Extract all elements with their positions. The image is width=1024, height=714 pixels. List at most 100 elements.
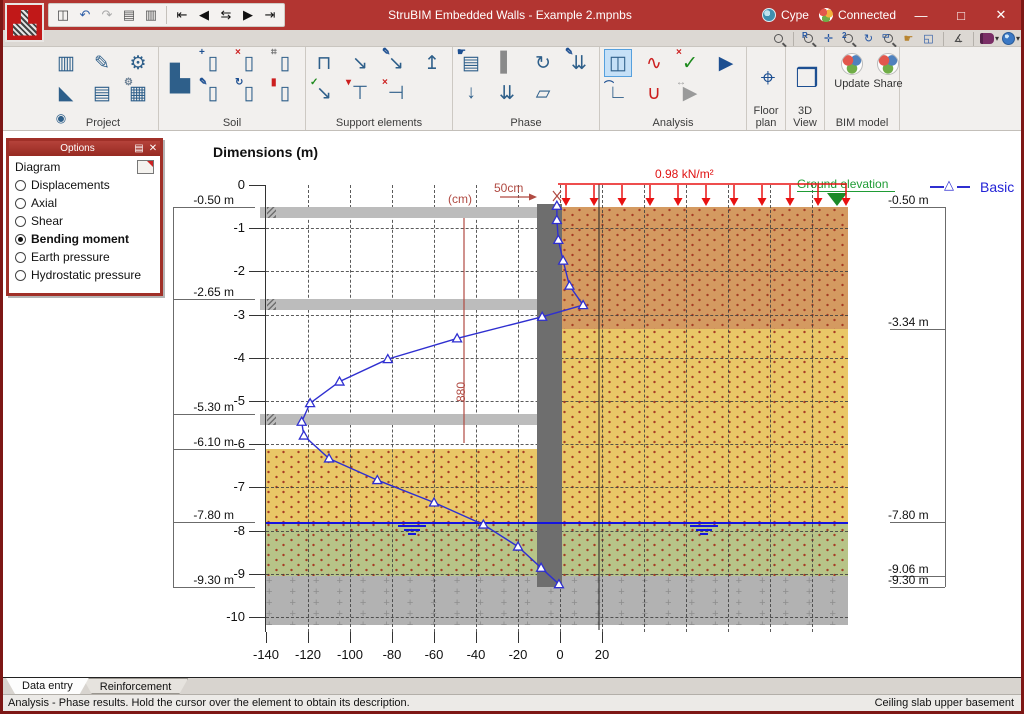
icon-badge: ↻: [235, 77, 244, 88]
zoom-previous-tool[interactable]: R: [800, 31, 817, 47]
diagram-option-hydrostatic-pressure[interactable]: Hydrostatic pressure: [15, 268, 154, 282]
save-button[interactable]: ◫: [53, 5, 73, 25]
web-menu[interactable]: ▾: [1001, 31, 1020, 47]
undo-button[interactable]: ↶: [75, 5, 95, 25]
y-tick-label: -10: [226, 609, 245, 624]
anchor-check-icon[interactable]: ↘ ✓: [310, 77, 338, 107]
ribbon-group-items: Update Share: [829, 49, 903, 113]
ribbon-group-phase: ▤ ☛ ▌ ↻ ⇊ ✎ ↓ ⇊ ▱ Phase: [453, 47, 600, 130]
view-3d-icon[interactable]: ❒: [790, 49, 824, 107]
report-tables-icon[interactable]: ▦ ⚙: [124, 77, 152, 107]
edit-loads-icon[interactable]: ⇊ ✎: [565, 47, 593, 77]
bim-share-icon[interactable]: Share: [865, 49, 911, 90]
measure-tool[interactable]: ∡: [950, 31, 967, 47]
erase-phase-icon[interactable]: ▱: [529, 79, 557, 107]
options-panel-titlebar[interactable]: Options ▤ ✕: [9, 141, 160, 156]
strut-level-icon[interactable]: ⊤ ▾: [346, 77, 374, 107]
minimize-button[interactable]: —: [906, 4, 936, 26]
diagram-option-axial[interactable]: Axial: [15, 196, 154, 210]
edit-project-icon[interactable]: ✎: [88, 49, 116, 77]
delete-soil-layer-icon[interactable]: ▯ ×: [235, 47, 263, 77]
project-walls-icon[interactable]: ▥: [52, 49, 80, 77]
cype-account[interactable]: Cype: [761, 8, 809, 22]
zoom-window-tool[interactable]: ▭: [880, 31, 897, 47]
general-settings-icon[interactable]: ⚙: [124, 49, 152, 77]
ribbon-group-label: Phase: [510, 117, 542, 129]
icon-badge: ▮: [271, 77, 277, 88]
envelope-curve-icon[interactable]: ∿: [640, 49, 668, 77]
print-button[interactable]: ▤: [119, 5, 139, 25]
redraw-tool[interactable]: ↻: [860, 31, 877, 47]
radio-icon: [15, 251, 26, 263]
options-close-icon[interactable]: ✕: [146, 143, 160, 154]
print-config-button[interactable]: ▥: [141, 5, 161, 25]
view-tools: R ✛ 2 ↻ ▭ ☛ ◱ ∡ ▾ ▾: [770, 30, 1020, 47]
toolbar-separator: [166, 6, 167, 24]
soil-profile-icon[interactable]: ▙: [163, 49, 197, 107]
go-phase-button[interactable]: ⇆: [216, 5, 236, 25]
add-anchor-icon[interactable]: ↘: [346, 49, 374, 77]
calculate-icon[interactable]: ▶: [712, 49, 740, 77]
go-previous-button[interactable]: ◀: [194, 5, 214, 25]
tab-data-entry[interactable]: Data entry: [6, 678, 89, 694]
tab-reinforcement[interactable]: Reinforcement: [83, 678, 189, 694]
results-graph-icon[interactable]: ∟ ⌒: [604, 79, 632, 107]
redo-button[interactable]: ↷: [97, 5, 117, 25]
close-button[interactable]: ✕: [986, 4, 1016, 26]
floor-plan-icon[interactable]: ⌖: [751, 49, 785, 107]
delete-support-icon[interactable]: ⊣ ×: [382, 77, 410, 107]
badge: R: [801, 31, 808, 40]
rotate-soil-icon[interactable]: ▯ ↻: [235, 77, 263, 107]
maximize-button[interactable]: □: [946, 4, 976, 26]
y-tick: [249, 487, 266, 489]
raise-support-icon[interactable]: ↥: [418, 49, 446, 77]
phase-data-icon[interactable]: ▤ ☛: [457, 47, 485, 77]
partial-analysis-icon[interactable]: ▶ ↔: [676, 77, 704, 107]
icon-badge: ✎: [565, 47, 574, 58]
level-bracket-left: [173, 206, 174, 587]
diagram-option-label: Bending moment: [31, 232, 129, 246]
soil-layer-template-icon[interactable]: ▯ ⌗: [271, 47, 299, 77]
soil-colors-icon[interactable]: ▯ ▮: [271, 77, 299, 107]
diagram-option-displacements[interactable]: Displacements: [15, 178, 154, 192]
search-tool[interactable]: [770, 31, 787, 47]
x-tick-label: 20: [594, 647, 610, 662]
options-help-icon[interactable]: ▤: [132, 143, 146, 154]
zoom-scale-tool[interactable]: 2: [840, 31, 857, 47]
level-tick-left: [173, 299, 255, 301]
ribbon-group-analysis: ◫ ∿ ✓ × ▶ ∟ ⌒ ∪ ▶ ↔ Analysis: [600, 47, 747, 130]
lower-level-icon[interactable]: ↓: [457, 79, 485, 107]
rotate-phase-icon[interactable]: ↻: [529, 49, 557, 77]
y-tick: [249, 573, 266, 575]
pan-tool[interactable]: ☛: [900, 31, 917, 47]
diagram-properties-icon[interactable]: [137, 160, 154, 174]
edit-anchor-icon[interactable]: ↘ ✎: [382, 47, 410, 77]
wall-data-icon[interactable]: ▤: [88, 79, 116, 107]
add-strut-icon[interactable]: ⊓: [310, 49, 338, 77]
go-first-button[interactable]: ⇤: [172, 5, 192, 25]
soil-fill-icon[interactable]: ◣: [52, 79, 80, 107]
go-last-button[interactable]: ⇥: [260, 5, 280, 25]
go-next-button[interactable]: ▶: [238, 5, 258, 25]
diagram-option-earth-pressure[interactable]: Earth pressure: [15, 250, 154, 264]
diagram-option-bending-moment[interactable]: Bending moment: [15, 232, 154, 246]
connection-status[interactable]: Connected: [818, 8, 896, 22]
edit-soil-layer-icon[interactable]: ▯ ✎: [199, 77, 227, 107]
diagrams-icon[interactable]: ◫: [604, 49, 632, 77]
app-icon[interactable]: [5, 3, 44, 42]
y-tick: [249, 530, 266, 532]
y-tick-label: -1: [233, 220, 245, 236]
add-soil-layer-icon[interactable]: ▯ +: [199, 47, 227, 77]
section-envelope-icon[interactable]: ∪: [640, 79, 668, 107]
slab-support-icon: [267, 413, 276, 425]
help-book-menu[interactable]: ▾: [979, 31, 999, 47]
phase-loads-icon[interactable]: ⇊: [493, 79, 521, 107]
code-check-icon[interactable]: ✓ ×: [676, 47, 704, 77]
diagram-option-shear[interactable]: Shear: [15, 214, 154, 228]
zoom-extents-tool[interactable]: ✛: [820, 31, 837, 47]
gridline-vertical: [392, 185, 393, 632]
ribbon-group-label: BIM model: [835, 117, 889, 129]
x-tick: [476, 632, 477, 643]
send-view-tool[interactable]: ◱: [920, 31, 937, 47]
excavation-step-icon[interactable]: ▌: [493, 49, 521, 77]
